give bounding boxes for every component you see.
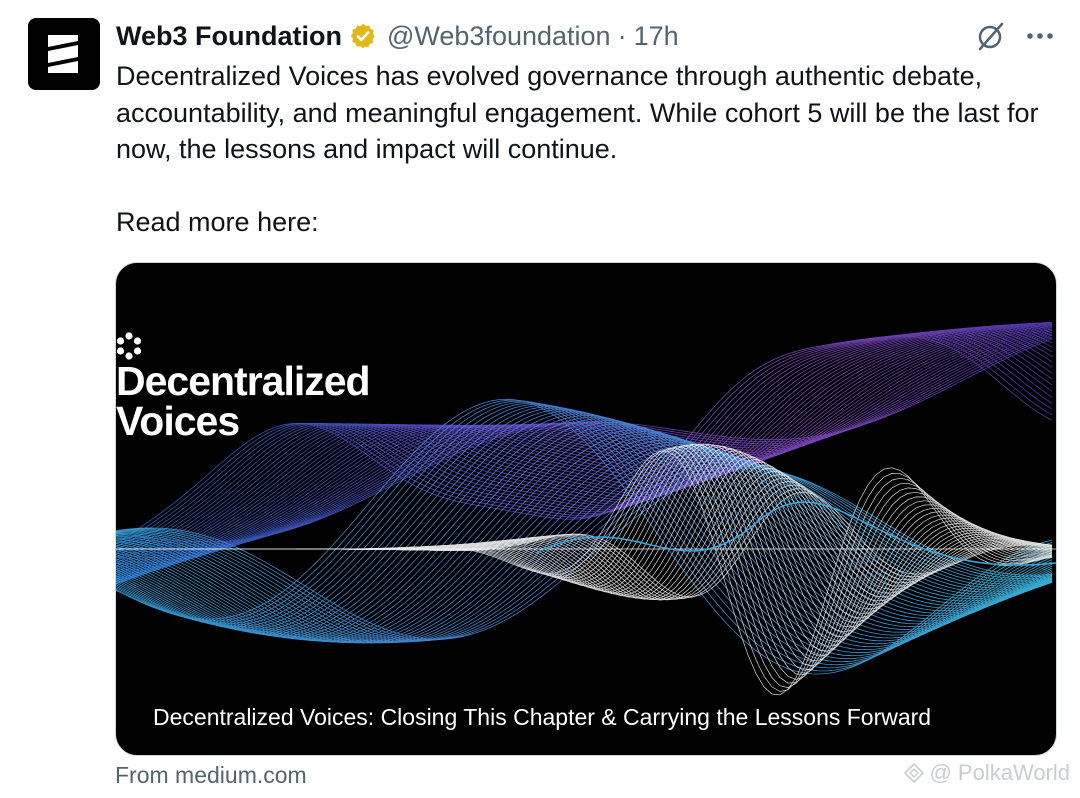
author-avatar[interactable] bbox=[28, 18, 100, 90]
verified-badge-icon[interactable] bbox=[349, 22, 377, 50]
card-source[interactable]: From medium.com bbox=[115, 762, 307, 789]
watermark-logo-icon bbox=[904, 762, 925, 784]
watermark: @ PolkaWorld bbox=[903, 760, 1070, 786]
more-dots-icon[interactable] bbox=[1026, 31, 1054, 41]
link-preview-card[interactable]: Decentralized Voices Decentralized Voice… bbox=[115, 262, 1057, 756]
separator-dot: · bbox=[617, 20, 627, 51]
sound-wave-artwork bbox=[116, 321, 1056, 696]
wave-line bbox=[116, 447, 1053, 688]
tweet: Web3 Foundation @Web3foundation · 17h De… bbox=[0, 0, 1080, 798]
polkadot-logo-icon bbox=[116, 332, 142, 360]
card-brand-line: Voices bbox=[116, 398, 240, 444]
tweet-text: Decentralized Voices has evolved governa… bbox=[116, 58, 1056, 240]
card-brand-line: Decentralized bbox=[116, 358, 371, 404]
header-actions bbox=[974, 20, 1054, 52]
tweet-paragraph: Decentralized Voices has evolved governa… bbox=[116, 61, 1039, 164]
card-title[interactable]: Decentralized Voices: Closing This Chapt… bbox=[153, 704, 931, 731]
tweet-header: Web3 Foundation @Web3foundation · 17h bbox=[116, 18, 679, 54]
tweet-paragraph: Read more here: bbox=[116, 206, 319, 237]
wave-line bbox=[116, 418, 1053, 639]
watermark-text: @ PolkaWorld bbox=[929, 760, 1070, 785]
grok-slash-icon[interactable] bbox=[974, 20, 1006, 52]
author-name[interactable]: Web3 Foundation bbox=[116, 21, 342, 52]
tweet-timestamp[interactable]: 17h bbox=[634, 21, 679, 52]
card-brand-text: Decentralized Voices bbox=[116, 358, 371, 444]
author-handle[interactable]: @Web3foundation bbox=[387, 21, 611, 52]
wave-line bbox=[116, 405, 1053, 657]
web3-foundation-logo-icon bbox=[48, 35, 78, 73]
